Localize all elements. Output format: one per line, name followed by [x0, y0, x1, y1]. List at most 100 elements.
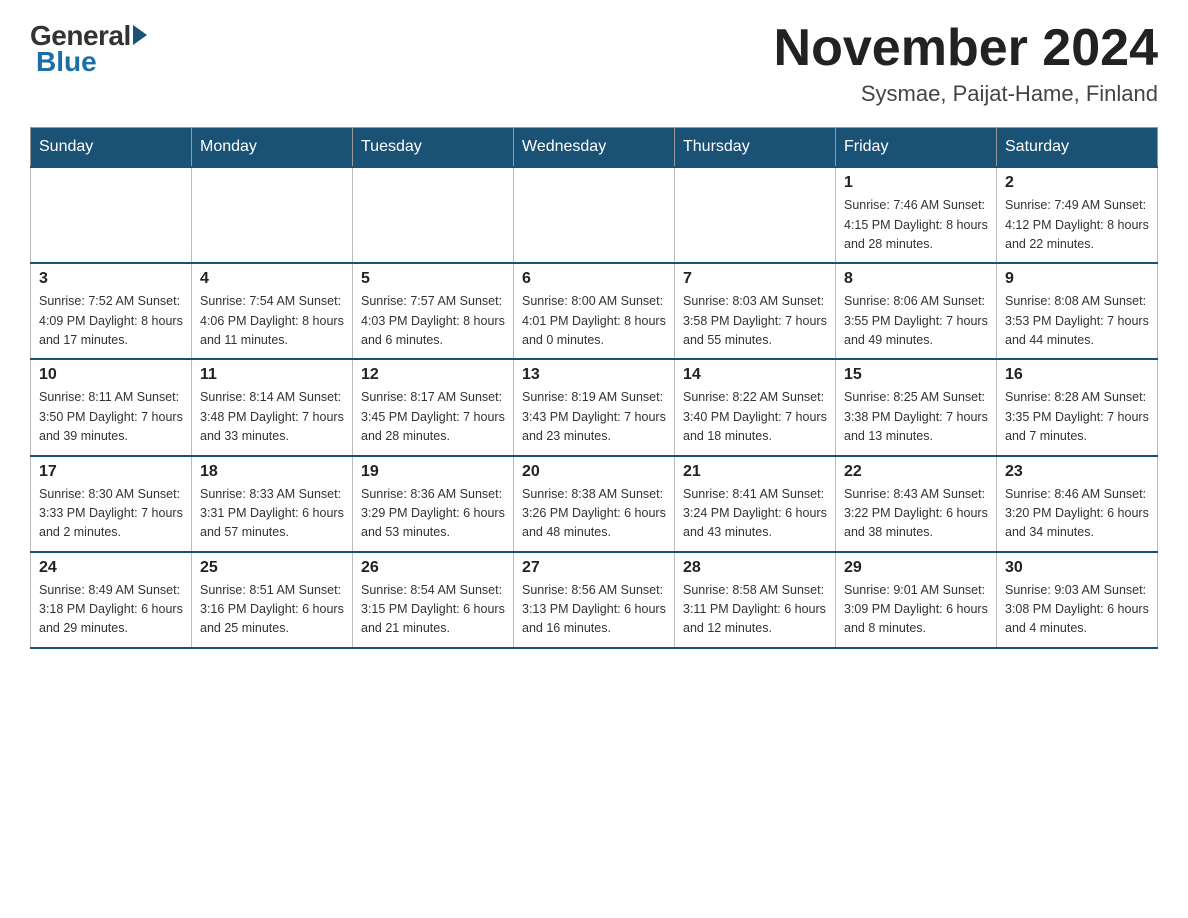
day-info: Sunrise: 8:00 AM Sunset: 4:01 PM Dayligh…: [522, 292, 666, 350]
calendar-day-cell: 7 Sunrise: 8:03 AM Sunset: 3:58 PM Daylig…: [675, 263, 836, 359]
calendar-week-row: 10 Sunrise: 8:11 AM Sunset: 3:50 PM Dayli…: [31, 359, 1158, 455]
day-info: Sunrise: 8:06 AM Sunset: 3:55 PM Dayligh…: [844, 292, 988, 350]
logo-blue-text: Blue: [36, 46, 97, 78]
day-info: Sunrise: 8:25 AM Sunset: 3:38 PM Dayligh…: [844, 388, 988, 446]
calendar-week-row: 17Sunrise: 8:30 AM Sunset: 3:33 PM Dayli…: [31, 456, 1158, 552]
calendar-day-cell: 5 Sunrise: 7:57 AM Sunset: 4:03 PM Daylig…: [353, 263, 514, 359]
calendar-day-cell: 18Sunrise: 8:33 AM Sunset: 3:31 PM Dayli…: [192, 456, 353, 552]
day-info: Sunrise: 8:49 AM Sunset: 3:18 PM Dayligh…: [39, 581, 183, 639]
day-info: Sunrise: 8:17 AM Sunset: 3:45 PM Dayligh…: [361, 388, 505, 446]
calendar-day-cell: 10 Sunrise: 8:11 AM Sunset: 3:50 PM Dayli…: [31, 359, 192, 455]
day-number: 7: [683, 270, 827, 288]
logo: General Blue: [30, 20, 147, 78]
day-info: Sunrise: 8:08 AM Sunset: 3:53 PM Dayligh…: [1005, 292, 1149, 350]
calendar-day-cell: 11 Sunrise: 8:14 AM Sunset: 3:48 PM Dayli…: [192, 359, 353, 455]
calendar-day-cell: 12 Sunrise: 8:17 AM Sunset: 3:45 PM Dayli…: [353, 359, 514, 455]
calendar-header-friday: Friday: [836, 128, 997, 168]
calendar-day-cell: 20 Sunrise: 8:38 AM Sunset: 3:26 PM Dayli…: [514, 456, 675, 552]
calendar-day-cell: 13 Sunrise: 8:19 AM Sunset: 3:43 PM Dayli…: [514, 359, 675, 455]
calendar-day-cell: 22Sunrise: 8:43 AM Sunset: 3:22 PM Dayli…: [836, 456, 997, 552]
day-number: 21: [683, 463, 827, 481]
calendar-day-cell: 16Sunrise: 8:28 AM Sunset: 3:35 PM Dayli…: [997, 359, 1158, 455]
day-number: 10: [39, 366, 183, 384]
month-title: November 2024: [774, 20, 1158, 77]
calendar-day-cell: 17Sunrise: 8:30 AM Sunset: 3:33 PM Dayli…: [31, 456, 192, 552]
calendar-day-cell: [353, 167, 514, 263]
calendar-day-cell: 6 Sunrise: 8:00 AM Sunset: 4:01 PM Daylig…: [514, 263, 675, 359]
day-number: 26: [361, 559, 505, 577]
day-info: Sunrise: 8:58 AM Sunset: 3:11 PM Dayligh…: [683, 581, 827, 639]
calendar-day-cell: 1Sunrise: 7:46 AM Sunset: 4:15 PM Daylig…: [836, 167, 997, 263]
day-number: 23: [1005, 463, 1149, 481]
calendar-day-cell: [675, 167, 836, 263]
day-info: Sunrise: 8:33 AM Sunset: 3:31 PM Dayligh…: [200, 485, 344, 543]
day-info: Sunrise: 8:46 AM Sunset: 3:20 PM Dayligh…: [1005, 485, 1149, 543]
day-number: 29: [844, 559, 988, 577]
calendar-week-row: 1Sunrise: 7:46 AM Sunset: 4:15 PM Daylig…: [31, 167, 1158, 263]
calendar-header-sunday: Sunday: [31, 128, 192, 168]
day-info: Sunrise: 8:11 AM Sunset: 3:50 PM Dayligh…: [39, 388, 183, 446]
day-info: Sunrise: 8:43 AM Sunset: 3:22 PM Dayligh…: [844, 485, 988, 543]
day-info: Sunrise: 8:38 AM Sunset: 3:26 PM Dayligh…: [522, 485, 666, 543]
day-number: 15: [844, 366, 988, 384]
page-header: General Blue November 2024 Sysmae, Paija…: [30, 20, 1158, 107]
day-number: 20: [522, 463, 666, 481]
day-number: 11: [200, 366, 344, 384]
calendar-day-cell: 3Sunrise: 7:52 AM Sunset: 4:09 PM Daylig…: [31, 263, 192, 359]
day-info: Sunrise: 7:54 AM Sunset: 4:06 PM Dayligh…: [200, 292, 344, 350]
day-info: Sunrise: 9:03 AM Sunset: 3:08 PM Dayligh…: [1005, 581, 1149, 639]
day-info: Sunrise: 8:22 AM Sunset: 3:40 PM Dayligh…: [683, 388, 827, 446]
calendar-day-cell: [31, 167, 192, 263]
day-number: 13: [522, 366, 666, 384]
day-number: 6: [522, 270, 666, 288]
day-number: 19: [361, 463, 505, 481]
calendar-day-cell: 24 Sunrise: 8:49 AM Sunset: 3:18 PM Dayli…: [31, 552, 192, 648]
calendar-day-cell: 14 Sunrise: 8:22 AM Sunset: 3:40 PM Dayli…: [675, 359, 836, 455]
day-number: 24: [39, 559, 183, 577]
day-number: 4: [200, 270, 344, 288]
day-number: 30: [1005, 559, 1149, 577]
title-section: November 2024 Sysmae, Paijat-Hame, Finla…: [774, 20, 1158, 107]
calendar-day-cell: [192, 167, 353, 263]
day-info: Sunrise: 7:52 AM Sunset: 4:09 PM Dayligh…: [39, 292, 183, 350]
calendar-header-wednesday: Wednesday: [514, 128, 675, 168]
day-info: Sunrise: 8:03 AM Sunset: 3:58 PM Dayligh…: [683, 292, 827, 350]
day-info: Sunrise: 8:41 AM Sunset: 3:24 PM Dayligh…: [683, 485, 827, 543]
calendar-day-cell: 15 Sunrise: 8:25 AM Sunset: 3:38 PM Dayli…: [836, 359, 997, 455]
calendar-day-cell: 2Sunrise: 7:49 AM Sunset: 4:12 PM Daylig…: [997, 167, 1158, 263]
day-number: 8: [844, 270, 988, 288]
calendar-day-cell: 19 Sunrise: 8:36 AM Sunset: 3:29 PM Dayli…: [353, 456, 514, 552]
calendar-day-cell: 23 Sunrise: 8:46 AM Sunset: 3:20 PM Dayli…: [997, 456, 1158, 552]
calendar-day-cell: 8 Sunrise: 8:06 AM Sunset: 3:55 PM Daylig…: [836, 263, 997, 359]
day-number: 1: [844, 174, 988, 192]
day-info: Sunrise: 8:14 AM Sunset: 3:48 PM Dayligh…: [200, 388, 344, 446]
calendar-header-row: SundayMondayTuesdayWednesdayThursdayFrid…: [31, 128, 1158, 168]
calendar-day-cell: 27 Sunrise: 8:56 AM Sunset: 3:13 PM Dayli…: [514, 552, 675, 648]
calendar-day-cell: 30 Sunrise: 9:03 AM Sunset: 3:08 PM Dayli…: [997, 552, 1158, 648]
day-info: Sunrise: 8:36 AM Sunset: 3:29 PM Dayligh…: [361, 485, 505, 543]
calendar-header-thursday: Thursday: [675, 128, 836, 168]
day-info: Sunrise: 7:49 AM Sunset: 4:12 PM Dayligh…: [1005, 196, 1149, 254]
calendar-day-cell: 29Sunrise: 9:01 AM Sunset: 3:09 PM Dayli…: [836, 552, 997, 648]
day-info: Sunrise: 8:54 AM Sunset: 3:15 PM Dayligh…: [361, 581, 505, 639]
day-info: Sunrise: 7:57 AM Sunset: 4:03 PM Dayligh…: [361, 292, 505, 350]
day-info: Sunrise: 8:30 AM Sunset: 3:33 PM Dayligh…: [39, 485, 183, 543]
calendar-day-cell: 26 Sunrise: 8:54 AM Sunset: 3:15 PM Dayli…: [353, 552, 514, 648]
day-number: 12: [361, 366, 505, 384]
calendar-day-cell: 9Sunrise: 8:08 AM Sunset: 3:53 PM Daylig…: [997, 263, 1158, 359]
day-number: 5: [361, 270, 505, 288]
calendar-week-row: 24 Sunrise: 8:49 AM Sunset: 3:18 PM Dayli…: [31, 552, 1158, 648]
day-info: Sunrise: 8:19 AM Sunset: 3:43 PM Dayligh…: [522, 388, 666, 446]
calendar-header-monday: Monday: [192, 128, 353, 168]
day-number: 27: [522, 559, 666, 577]
calendar-day-cell: 21 Sunrise: 8:41 AM Sunset: 3:24 PM Dayli…: [675, 456, 836, 552]
day-number: 14: [683, 366, 827, 384]
location-text: Sysmae, Paijat-Hame, Finland: [774, 81, 1158, 107]
calendar-day-cell: 4 Sunrise: 7:54 AM Sunset: 4:06 PM Daylig…: [192, 263, 353, 359]
calendar-day-cell: [514, 167, 675, 263]
day-info: Sunrise: 8:56 AM Sunset: 3:13 PM Dayligh…: [522, 581, 666, 639]
calendar-table: SundayMondayTuesdayWednesdayThursdayFrid…: [30, 127, 1158, 649]
logo-triangle-icon: [133, 25, 147, 45]
calendar-header-saturday: Saturday: [997, 128, 1158, 168]
calendar-header-tuesday: Tuesday: [353, 128, 514, 168]
